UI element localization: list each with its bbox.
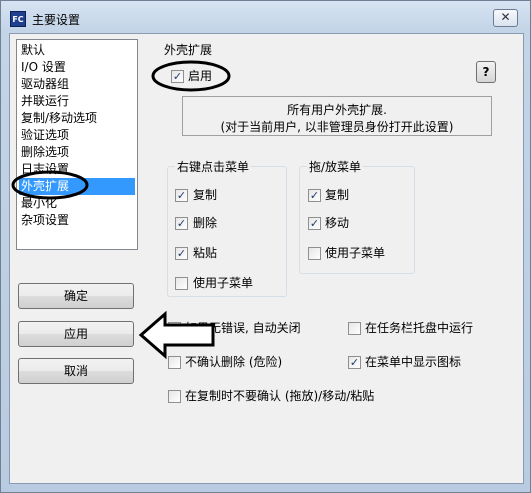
right-click-menu-title: 右键点击菜单 <box>175 158 252 175</box>
cancel-button[interactable]: 取消 <box>18 358 134 384</box>
rc-paste-label: 粘贴 <box>193 246 218 260</box>
sidebar-item-minimize[interactable]: 最小化 <box>19 195 135 212</box>
sidebar-item-drive-groups[interactable]: 驱动器组 <box>19 76 135 93</box>
auto-close-checkbox[interactable]: ✓ <box>168 322 181 335</box>
dd-move-label: 移动 <box>325 216 350 230</box>
rc-delete-label: 删除 <box>193 216 218 230</box>
enable-checkbox[interactable]: ✓ <box>171 70 184 83</box>
sidebar-item-log[interactable]: 日志设置 <box>19 161 135 178</box>
apply-button[interactable]: 应用 <box>18 321 134 347</box>
rc-paste-checkbox[interactable]: ✓ <box>175 247 188 260</box>
auto-close-label: 如果无错误, 自动关闭 <box>185 321 301 335</box>
no-confirm-copy-label: 在复制时不要确认 (拖放)/移动/粘贴 <box>185 389 375 403</box>
rc-copy-checkbox[interactable]: ✓ <box>175 189 188 202</box>
enable-label: 启用 <box>188 69 213 83</box>
tray-label: 在任务栏托盘中运行 <box>365 321 474 335</box>
sidebar-item-parallel[interactable]: 并联运行 <box>19 93 135 110</box>
close-button[interactable]: ✕ <box>493 9 518 27</box>
rc-copy-label: 复制 <box>193 188 218 202</box>
info-line-1: 所有用户外壳扩展. <box>287 103 387 117</box>
dd-move-checkbox[interactable]: ✓ <box>308 217 321 230</box>
settings-category-list[interactable]: 默认 I/O 设置 驱动器组 并联运行 复制/移动选项 验证选项 删除选项 日志… <box>16 39 138 250</box>
rc-delete-checkbox[interactable]: ✓ <box>175 217 188 230</box>
dd-submenu-label: 使用子菜单 <box>325 246 386 260</box>
dd-submenu-checkbox[interactable] <box>308 247 321 260</box>
window-title: 主要设置 <box>32 13 81 27</box>
show-icon-checkbox[interactable]: ✓ <box>348 356 361 369</box>
show-icon-label: 在菜单中显示图标 <box>365 355 462 369</box>
no-confirm-delete-label: 不确认删除 (危险) <box>185 355 283 369</box>
sidebar-item-default[interactable]: 默认 <box>19 42 135 59</box>
fastcopy-app-icon: FC <box>10 11 26 27</box>
dd-copy-label: 复制 <box>325 188 350 202</box>
sidebar-item-io[interactable]: I/O 设置 <box>19 59 135 76</box>
shell-extension-group-title: 外壳扩展 <box>164 43 213 57</box>
help-button[interactable]: ? <box>476 61 496 83</box>
sidebar-item-shell-extension[interactable]: 外壳扩展 <box>19 178 135 195</box>
drag-drop-menu-title: 拖/放菜单 <box>307 158 364 175</box>
dd-copy-checkbox[interactable]: ✓ <box>308 189 321 202</box>
tray-checkbox[interactable] <box>348 322 361 335</box>
no-confirm-delete-checkbox[interactable] <box>168 356 181 369</box>
shell-extension-info-box: 所有用户外壳扩展. (对于当前用户, 以非管理员身份打开此设置) <box>182 96 492 136</box>
rc-submenu-label: 使用子菜单 <box>193 276 254 290</box>
sidebar-item-misc[interactable]: 杂项设置 <box>19 212 135 229</box>
no-confirm-copy-checkbox[interactable] <box>168 390 181 403</box>
rc-submenu-checkbox[interactable] <box>175 277 188 290</box>
ok-button[interactable]: 确定 <box>18 283 134 309</box>
info-line-2: (对于当前用户, 以非管理员身份打开此设置) <box>220 120 454 134</box>
sidebar-item-delete[interactable]: 删除选项 <box>19 144 135 161</box>
sidebar-item-verify[interactable]: 验证选项 <box>19 127 135 144</box>
title-bar[interactable]: FC 主要设置 ✕ <box>1 1 530 35</box>
sidebar-item-copy-move[interactable]: 复制/移动选项 <box>19 110 135 127</box>
